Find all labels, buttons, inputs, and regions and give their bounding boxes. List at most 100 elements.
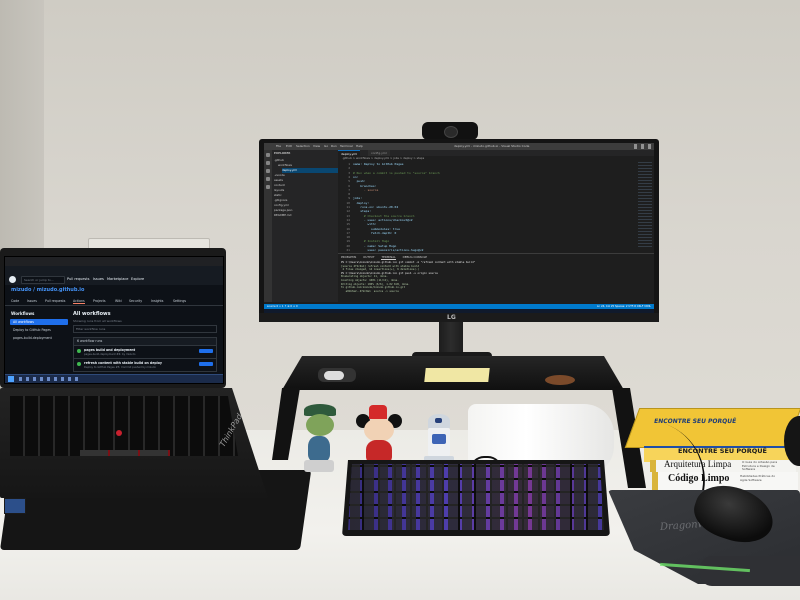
trackpoint-icon [116,430,122,436]
activity-bar [264,150,272,302]
run-title[interactable]: pages build and deployment [84,348,135,352]
figure-r2d2-panel [432,434,446,444]
explorer-header: EXPLORER [274,151,291,155]
source-control-icon[interactable] [266,169,270,173]
menu-selection[interactable]: Selection [296,143,310,150]
file-tree-item[interactable]: deploy.yml [282,168,338,173]
editor-area: deploy.yml config.yml .github > workflow… [338,150,654,253]
repo-tabs: Code Issues Pull requests Actions Projec… [5,297,223,306]
file-tree-item[interactable]: .gitignore [274,198,334,203]
laptop-screen: Search or jump to... Pull requests Issue… [4,256,224,384]
minimap[interactable] [638,162,652,248]
vscode-titlebar: File Edit Selection View Go Run Terminal… [264,143,654,150]
menu-go[interactable]: Go [324,143,328,150]
filter-runs-input[interactable]: Filter workflow runs [73,325,217,333]
code-text: # Run when a commit is pushed to "source… [353,170,440,175]
windows-taskbar [5,374,223,383]
sidebar-item-all-workflows[interactable]: All workflows [10,319,68,325]
desk-setup-photo: Search or jump to... Pull requests Issue… [0,0,800,600]
sticky-note-pad [424,368,490,382]
tab-settings[interactable]: Settings [173,299,186,303]
file-tree-item[interactable]: config.yml [274,203,334,208]
figure-r2d2-eye [435,418,442,423]
keyboard-keycaps [348,464,604,530]
sidebar-item-deploy-pages[interactable]: Deploy to GitHub Pages [10,327,68,333]
file-tree-item[interactable]: package.json [274,208,334,213]
panel-tab-output[interactable]: OUTPUT [363,255,374,259]
cable-organizer-insert [324,371,344,380]
workflows-main-subtitle: Showing runs from all workflows [73,319,122,323]
panel-tabs: PROBLEMS OUTPUT TERMINAL DEBUG CONSOLE [341,255,433,260]
run-debug-icon[interactable] [266,177,270,181]
menu-help[interactable]: Help [356,143,363,150]
tab-insights[interactable]: Insights [151,299,163,303]
menu-run[interactable]: Run [331,143,337,150]
tab-actions[interactable]: Actions [73,299,85,304]
menu-terminal[interactable]: Terminal [340,143,353,150]
extensions-icon[interactable] [266,185,270,189]
workflow-run-row[interactable]: pages build and deployment pages-build-d… [74,345,216,358]
tab-code[interactable]: Code [11,299,19,303]
breadcrumb: .github > workflows > deploy.yml > jobs … [342,156,425,160]
run-meta: Deploy to GitHub Pages #5: Commit pushed… [84,366,156,369]
tab-security[interactable]: Security [129,299,142,303]
nav-marketplace[interactable]: Marketplace [107,274,128,285]
file-tree-item[interactable]: static [274,193,334,198]
sidebar-item-pages-build[interactable]: pages-build-deployment [10,335,68,341]
explorer-icon[interactable] [266,153,270,157]
book-arquitetura-subtitle: O Guia do Artesão para Estrutura e Desig… [742,460,778,471]
nav-explore[interactable]: Explore [131,274,144,285]
workflow-runs-list: 6 workflow runs pages build and deployme… [73,337,217,372]
search-icon[interactable] [266,161,270,165]
trackpad-buttons [80,450,170,456]
branch-badge [199,349,213,353]
laptop-sticker [4,498,26,514]
menu-edit[interactable]: Edit [286,143,292,150]
run-meta: pages-build-deployment #6: by mizudo [84,353,136,356]
monitor-brand-logo: LG [447,314,456,321]
browser-address-bar [5,266,223,274]
file-tree-item[interactable]: .vscode [274,173,334,178]
workflows-sidebar-title: Workflows [11,311,35,316]
terminal-line: a81b3e2..4f2c9a1 source -> source [341,289,399,293]
file-tree-item[interactable]: content [274,183,334,188]
figure-dopey-body [308,436,330,462]
file-tree-item[interactable]: layouts [274,188,334,193]
file-tree-item[interactable]: .github [274,158,334,163]
run-title[interactable]: refresh content with stable build on dep… [84,361,162,365]
code-text: name: Deploy to GitHub Pages [353,162,404,166]
menu-view[interactable]: View [313,143,320,150]
mousepad-wrist-rest [700,556,800,586]
tab-wiki[interactable]: Wiki [115,299,122,303]
workflow-run-row[interactable]: refresh content with stable build on dep… [74,358,216,371]
nav-pull-requests[interactable]: Pull requests [67,274,89,285]
menu-file[interactable]: File [276,143,281,150]
tab-projects[interactable]: Projects [93,299,106,303]
panel-tab-problems[interactable]: PROBLEMS [341,255,356,259]
branch-badge [199,362,213,366]
tab-pull-requests[interactable]: Pull requests [45,299,65,303]
book-codigo-subtitle: Habilidades Práticas do Agile Software [740,474,776,482]
monitor-screen: File Edit Selection View Go Run Terminal… [264,143,654,313]
vscode-window-title: deploy.yml - mizudo.github.io - Visual S… [454,144,530,148]
taskbar-app-icons[interactable] [19,377,79,381]
github-search-input[interactable]: Search or jump to... [21,276,65,284]
figure-dopey-head [306,414,334,436]
code-text: - source [353,187,379,192]
tab-issues[interactable]: Issues [27,299,37,303]
explorer-panel: EXPLORER .github workflows deploy.yml .vsco… [272,150,338,302]
panel-tab-terminal[interactable]: TERMINAL [381,255,396,260]
windows-start-icon[interactable] [8,376,14,382]
nav-issues[interactable]: Issues [93,274,104,285]
file-tree-item[interactable]: README.md [274,213,334,218]
window-controls-icon[interactable] [634,144,652,149]
repo-title[interactable]: mizudo / mizudo.github.io [11,287,84,293]
success-check-icon [77,362,81,366]
laptop-keyboard [10,396,238,456]
file-tree-item[interactable]: workflows [278,163,338,168]
success-check-icon [77,349,81,353]
file-tree-item[interactable]: assets [274,178,334,183]
runs-count-header: 6 workflow runs [74,338,216,345]
panel-tab-debug-console[interactable]: DEBUG CONSOLE [403,255,428,259]
github-logo-icon[interactable] [9,276,16,283]
